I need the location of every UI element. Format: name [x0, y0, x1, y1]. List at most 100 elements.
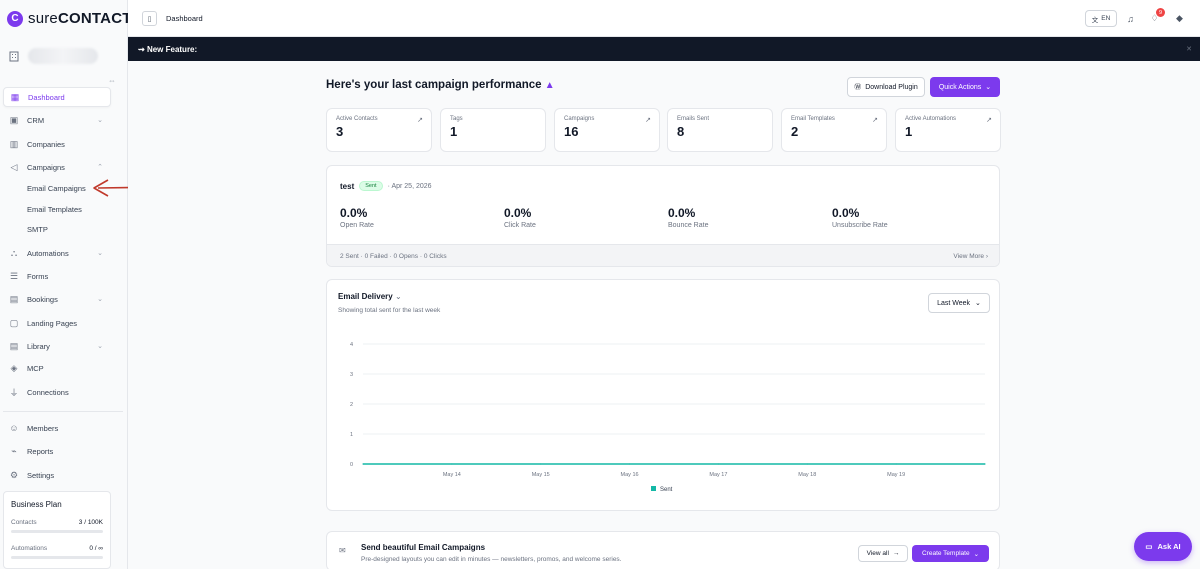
x-tick-label: May 15	[532, 472, 550, 478]
brand-logo[interactable]: C sureCONTACT	[7, 10, 132, 27]
language-button[interactable]: 文 EN	[1085, 10, 1117, 27]
wordpress-icon: Ⓦ	[854, 84, 862, 91]
sidebar-subitem-email-templates[interactable]: Email Templates	[27, 202, 82, 216]
breadcrumb: Dashboard	[166, 14, 203, 23]
download-plugin-button[interactable]: Ⓦ Download Plugin	[847, 77, 925, 97]
metric-label: Unsubscribe Rate	[832, 222, 888, 229]
headset-icon[interactable]: ♫	[1124, 12, 1137, 25]
sidebar-subitem-smtp[interactable]: SMTP	[27, 222, 48, 236]
stat-value: 8	[677, 124, 685, 139]
building-icon: ▥	[9, 138, 19, 149]
y-tick-label: 3	[350, 372, 353, 378]
date-range-select[interactable]: Last Week ⌄	[928, 293, 990, 313]
x-tick-label: May 19	[887, 472, 905, 478]
close-icon[interactable]: ✕	[1186, 45, 1192, 53]
sidebar-item-bookings[interactable]: ▤ Bookings ⌄	[3, 289, 111, 309]
create-template-button[interactable]: Create Template ⌄	[912, 545, 989, 562]
flow-icon: ⛬	[10, 247, 18, 258]
arrow-up-right-icon: ↗	[645, 117, 651, 124]
plan-contacts-bar	[11, 530, 103, 533]
metric-label: Click Rate	[504, 222, 536, 229]
legend-swatch	[651, 486, 656, 491]
sidebar-item-crm[interactable]: ▣ CRM ⌄	[3, 110, 111, 130]
sidebar-item-dashboard[interactable]: ▦ Dashboard	[3, 87, 111, 107]
grid-icon: ▦	[10, 91, 20, 102]
sidebar-item-campaigns[interactable]: ◁ Campaigns ⌃	[3, 157, 111, 177]
sidebar-item-label: Reports	[27, 446, 54, 456]
sidebar-item-landing-pages[interactable]: ▢ Landing Pages	[3, 313, 111, 333]
stat-card-tags[interactable]: Tags 1	[440, 108, 546, 152]
sidebar-item-members[interactable]: ☺ Members	[3, 418, 111, 438]
trophy-icon: ▲	[544, 80, 555, 91]
sidebar-item-automations[interactable]: ⛬ Automations ⌄	[3, 243, 111, 263]
sidebar-item-label: Dashboard	[28, 92, 65, 102]
sidebar-subitem-email-campaigns[interactable]: Email Campaigns	[27, 181, 86, 195]
stat-card-active-contacts[interactable]: Active Contacts 3 ↗	[326, 108, 432, 152]
chevron-down-icon: ⌄	[394, 292, 402, 301]
view-all-button[interactable]: View all →	[858, 545, 908, 562]
plan-title: Business Plan	[11, 500, 62, 509]
plan-contacts-row: Contacts 3 / 100K	[11, 519, 103, 526]
brand-name: sureCONTACT	[28, 10, 132, 27]
megaphone-icon: ◁	[10, 161, 18, 172]
stat-value: 1	[450, 124, 458, 139]
campaign-header: test Sent · Apr 25, 2026	[340, 181, 432, 191]
y-tick-label: 1	[350, 432, 353, 438]
plan-contacts-value: 3 / 100K	[78, 519, 103, 526]
data-point	[451, 463, 453, 465]
plan-automations-label: Automations	[11, 545, 48, 552]
stat-card-active-automations[interactable]: Active Automations 1 ↗	[895, 108, 1001, 152]
metric-open-rate: 0.0% Open Rate	[340, 206, 374, 229]
view-more-link[interactable]: View More ›	[953, 253, 988, 260]
stat-card-campaigns[interactable]: Campaigns 16 ↗	[554, 108, 660, 152]
sidebar-item-label: CRM	[27, 115, 45, 125]
apps-icon[interactable]: ◆	[1173, 12, 1186, 25]
status-badge: Sent	[359, 181, 383, 191]
x-tick-label: May 18	[798, 472, 816, 478]
stat-label: Campaigns	[564, 116, 595, 122]
sidebar-item-forms[interactable]: ☰ Forms	[3, 266, 111, 286]
sidebar-divider	[3, 411, 123, 412]
ask-ai-button[interactable]: ▭ Ask AI	[1134, 532, 1192, 561]
dashboard-content: Here's your last campaign performance ▲ …	[128, 61, 1200, 569]
quick-actions-button[interactable]: Quick Actions ⌄	[930, 77, 1000, 97]
campaign-name[interactable]: test	[340, 182, 354, 191]
plan-automations-bar	[11, 556, 103, 559]
chevron-down-icon: ⌄	[975, 300, 981, 307]
form-icon: ☰	[9, 270, 19, 281]
members-icon: ☺	[9, 423, 19, 433]
brand-mark-icon: C	[7, 10, 23, 27]
stat-card-emails-sent[interactable]: Emails Sent 8	[667, 108, 773, 152]
sidebar-item-companies[interactable]: ▥ Companies	[3, 134, 111, 154]
language-label: EN	[1101, 15, 1111, 22]
sidebar-item-mcp[interactable]: ◈ MCP	[3, 358, 111, 378]
x-tick-label: May 16	[621, 472, 639, 478]
sidebar-item-reports[interactable]: ⌁ Reports	[3, 441, 111, 461]
y-tick-label: 2	[350, 402, 353, 408]
metric-value: 0.0%	[340, 206, 368, 220]
workspace-switcher[interactable]	[8, 44, 118, 68]
sidebar-item-label: Connections	[27, 387, 69, 397]
chart-icon: ⌁	[11, 445, 17, 456]
stat-card-email-templates[interactable]: Email Templates 2 ↗	[781, 108, 887, 152]
arrow-up-right-icon: ↗	[872, 117, 878, 124]
sidebar-item-settings[interactable]: ⚙ Settings	[3, 465, 111, 485]
chevron-down-icon: ⌄	[985, 84, 992, 91]
sidebar-item-connections[interactable]: ⏚ Connections	[3, 382, 111, 402]
sidebar: C sureCONTACT ⇔ ▦ Dashboard ▣ CRM ⌄ ▥ Co…	[0, 0, 131, 569]
sidebar-item-library[interactable]: ▤ Library ⌄	[3, 336, 111, 356]
plan-card: Business Plan Contacts 3 / 100K Automati…	[3, 491, 111, 569]
collapse-sidebar-icon[interactable]: ⇔	[108, 76, 116, 85]
metric-value: 0.0%	[668, 206, 696, 220]
mcp-icon: ◈	[10, 362, 18, 373]
chart-title[interactable]: Email Delivery ⌄	[338, 292, 402, 301]
translate-icon: 文	[1091, 16, 1099, 24]
metric-click-rate: 0.0% Click Rate	[504, 206, 536, 229]
data-point	[362, 463, 364, 465]
crm-icon: ▣	[9, 114, 19, 125]
sidebar-toggle-icon[interactable]: ▯	[142, 11, 157, 26]
top-bar: ▯ Dashboard 文 EN ♫ ♢ 9 ◆	[128, 0, 1200, 37]
notification-badge: 9	[1156, 8, 1165, 17]
data-point	[628, 463, 631, 465]
legend-label: Sent	[660, 487, 673, 493]
